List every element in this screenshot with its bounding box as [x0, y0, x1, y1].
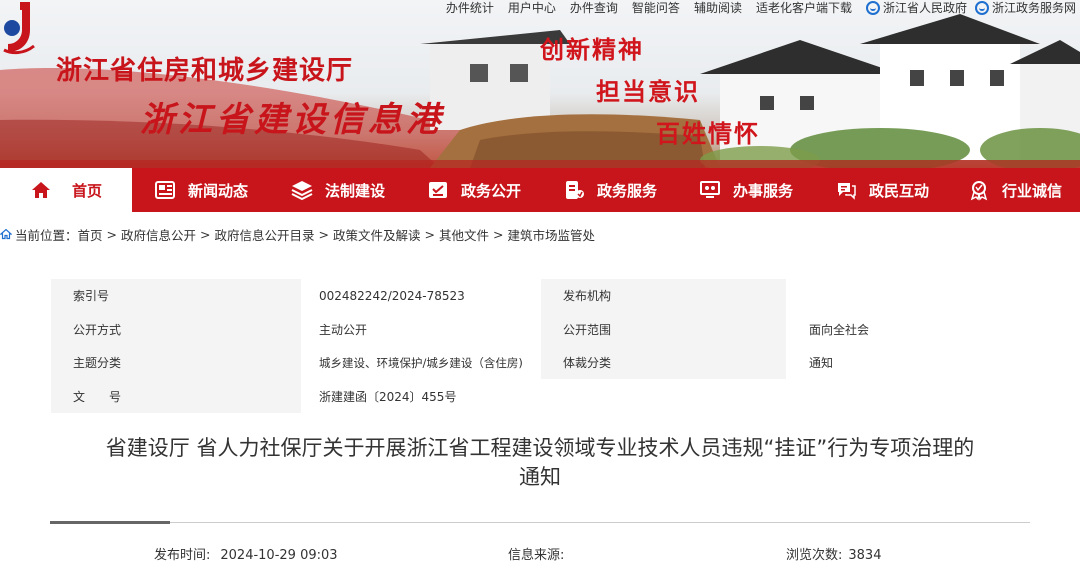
info-value: 主动公开	[319, 322, 368, 337]
link-zhejiang-service-net-label: 浙江政务服务网	[991, 1, 1076, 15]
info-source: 信息来源:	[508, 544, 574, 563]
nav-gov-affairs[interactable]: 政务公开	[406, 168, 542, 212]
view-count: 浏览次数: 3834	[786, 544, 881, 563]
breadcrumb-other-docs[interactable]: 其他文件	[439, 225, 489, 244]
nav-news[interactable]: 新闻动态	[132, 168, 270, 212]
info-value: 浙建建函〔2024〕455号	[319, 389, 457, 404]
slogan-people: 百姓情怀	[656, 119, 760, 148]
breadcrumb-policy-docs[interactable]: 政策文件及解读	[333, 225, 421, 244]
nav-interaction[interactable]: 政民互动	[814, 168, 950, 212]
info-value: 002482242/2024-78523	[319, 288, 465, 303]
service-card-icon	[565, 181, 584, 199]
location-home-icon	[0, 228, 12, 240]
site-name: 浙江省建设信息港	[140, 100, 444, 140]
article-title-line-2: 通知	[519, 465, 561, 489]
info-row-disclosure: 公开方式 主动公开 公开范围 面向全社会	[51, 313, 1032, 347]
info-row-topic: 主题分类 城乡建设、环境保护/城乡建设（含住房) 体裁分类 通知	[51, 346, 1032, 380]
nav-gov-service-label: 政务服务	[596, 181, 657, 200]
info-key: 公开方式	[73, 322, 122, 337]
breadcrumb-prefix: 当前位置：	[15, 227, 78, 243]
medal-icon	[970, 181, 988, 201]
title-divider-accent	[50, 521, 170, 524]
breadcrumb-separator: >	[493, 226, 504, 242]
logo-icon	[3, 2, 35, 55]
layers-icon	[291, 181, 313, 201]
breadcrumb-separator: >	[318, 226, 330, 242]
info-key: 发布机构	[563, 289, 612, 304]
publish-time-label: 发布时间:	[154, 548, 211, 563]
nav-gov-affairs-label: 政务公开	[460, 181, 521, 200]
info-key: 索引号	[73, 289, 110, 304]
site-banner: 浙江省住房和城乡建设厅 浙江省建设信息港 创新精神 担当意识 百姓情怀	[0, 0, 1080, 168]
info-source-label: 信息来源:	[508, 548, 565, 563]
info-row-doc-number: 文 号 浙建建函〔2024〕455号	[51, 380, 1032, 414]
nav-interaction-label: 政民互动	[868, 181, 929, 200]
link-elderly-app-download[interactable]: 适老化客户端下载	[756, 1, 852, 15]
info-value: 城乡建设、环境保护/城乡建设（含住房)	[319, 355, 523, 370]
nav-gov-service[interactable]: 政务服务	[542, 168, 678, 212]
info-value: 面向全社会	[809, 322, 870, 337]
info-key: 文 号	[73, 389, 122, 404]
link-user-center[interactable]: 用户中心	[508, 1, 556, 15]
view-count-label: 浏览次数:	[786, 548, 843, 563]
link-zhejiang-gov-label: 浙江省人民政府	[882, 1, 967, 15]
nav-credit-label: 行业诚信	[1001, 181, 1062, 200]
gov-emblem-icon	[865, 1, 880, 15]
link-office-stats[interactable]: 办件统计	[446, 1, 494, 15]
nav-handling[interactable]: 办事服务	[678, 168, 814, 212]
newspaper-icon	[154, 181, 175, 199]
home-icon	[31, 182, 50, 198]
view-count-value: 3834	[848, 548, 882, 563]
slogan-responsibility: 担当意识	[596, 77, 700, 106]
slogan-innovation: 创新精神	[540, 35, 644, 64]
top-utility-links: 办件统计 用户中心 办件查询 智能问答 辅助阅读 适老化客户端下载 浙江省人民政…	[446, 0, 1080, 16]
link-assisted-reading[interactable]: 辅助阅读	[694, 1, 742, 15]
document-info-table: 索引号 002482242/2024-78523 发布机构 公开方式 主动公开 …	[51, 279, 1032, 413]
org-name: 浙江省住房和城乡建设厅	[56, 56, 354, 86]
service-net-icon	[974, 1, 989, 15]
document-icon	[428, 182, 447, 198]
chat-icon	[837, 183, 856, 200]
breadcrumb-separator: >	[106, 226, 118, 242]
link-smart-qa[interactable]: 智能问答	[632, 1, 680, 15]
link-zhejiang-gov[interactable]: 浙江省人民政府	[865, 1, 967, 15]
article-title-line-1: 省建设厅 省人力社保厅关于开展浙江省工程建设领域专业技术人员违规“挂证”行为专项…	[105, 436, 975, 460]
nav-handling-label: 办事服务	[732, 181, 793, 200]
title-divider	[50, 522, 1030, 523]
breadcrumb-info-catalog[interactable]: 政府信息公开目录	[215, 225, 315, 244]
nav-legal[interactable]: 法制建设	[270, 168, 406, 212]
nav-legal-label: 法制建设	[324, 181, 385, 200]
breadcrumb-home[interactable]: 首页	[78, 225, 103, 244]
link-office-query[interactable]: 办件查询	[570, 1, 618, 15]
nav-home-label: 首页	[71, 181, 102, 200]
breadcrumb-separator: >	[200, 226, 211, 242]
breadcrumb-gov-info[interactable]: 政府信息公开	[121, 225, 196, 244]
monitor-icon	[699, 181, 720, 198]
breadcrumb: 当前位置： 首页 > 政府信息公开 > 政府信息公开目录 > 政策文件及解读 >…	[0, 224, 595, 244]
nav-home[interactable]: 首页	[0, 168, 132, 212]
nav-news-label: 新闻动态	[187, 181, 248, 200]
info-key: 体裁分类	[563, 356, 612, 371]
breadcrumb-market-supervision[interactable]: 建筑市场监管处	[508, 225, 596, 244]
breadcrumb-separator: >	[424, 226, 436, 242]
info-value: 通知	[809, 356, 834, 371]
link-zhejiang-service-net[interactable]: 浙江政务服务网	[974, 1, 1076, 15]
nav-credit[interactable]: 行业诚信	[950, 168, 1080, 212]
info-row-index: 索引号 002482242/2024-78523 发布机构	[51, 279, 1032, 313]
main-nav: 首页 新闻动态 法制建设 政务公开 政务服务 办事服务 政民互动 行业诚信	[0, 168, 1080, 212]
publish-time: 发布时间: 2024-10-29 09:03	[154, 544, 338, 563]
publish-time-value: 2024-10-29 09:03	[220, 548, 338, 563]
info-key: 主题分类	[73, 356, 122, 371]
article-title: 省建设厅 省人力社保厅关于开展浙江省工程建设领域专业技术人员违规“挂证”行为专项…	[50, 434, 1030, 492]
info-key: 公开范围	[563, 322, 612, 337]
